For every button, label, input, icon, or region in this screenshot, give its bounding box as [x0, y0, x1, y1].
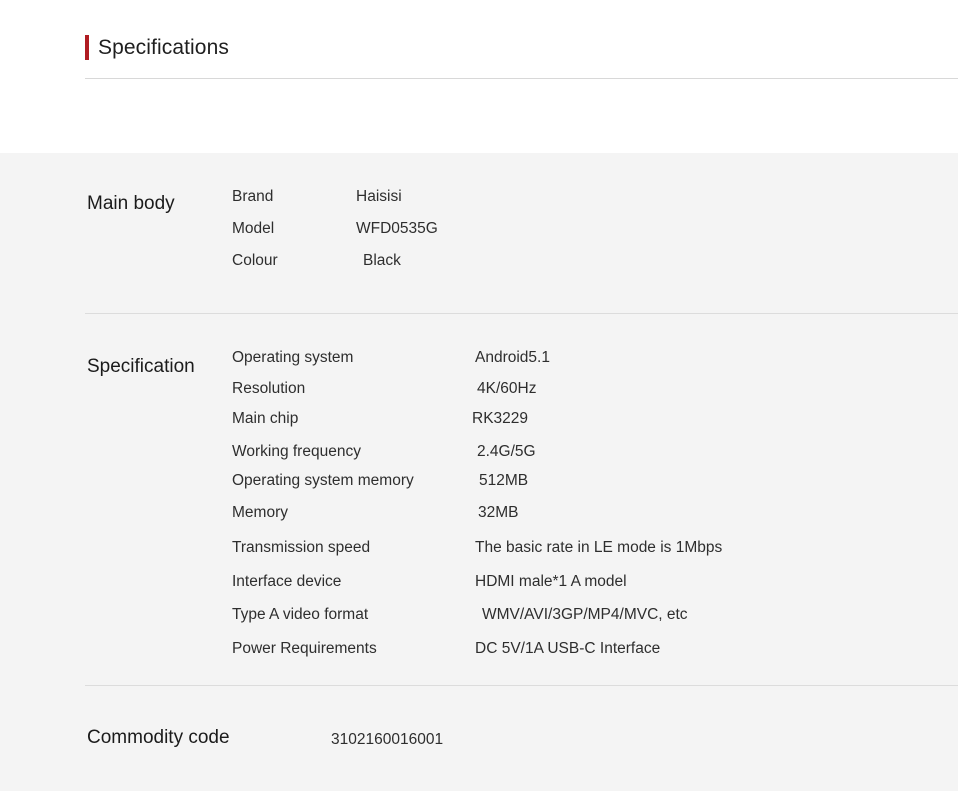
table-row: Operating system Android5.1 — [232, 347, 932, 369]
page-header: Specifications — [0, 0, 958, 153]
row-label: Power Requirements — [232, 640, 377, 657]
table-row: Power Requirements DC 5V/1A USB-C Interf… — [232, 638, 932, 660]
row-label: Operating system memory — [232, 472, 414, 489]
row-label: Brand — [232, 188, 274, 205]
row-value: RK3229 — [472, 410, 529, 427]
row-value: DC 5V/1A USB-C Interface — [475, 640, 661, 657]
row-value: WFD0535G — [356, 220, 438, 237]
section-label-commodity-code: Commodity code — [87, 727, 230, 748]
row-label: Resolution — [232, 380, 306, 397]
page-title: Specifications — [98, 36, 229, 59]
row-label: Type A video format — [232, 606, 369, 623]
row-label: Model — [232, 220, 275, 237]
specifications-panel: Main body Brand Haisisi Model WFD0535G C… — [0, 153, 958, 791]
row-label: Main chip — [232, 410, 299, 427]
table-row: Main chip RK3229 — [232, 408, 932, 430]
row-label: Operating system — [232, 349, 354, 366]
page-title-row: Specifications — [85, 35, 229, 60]
row-label: Colour — [232, 252, 278, 269]
row-value: HDMI male*1 A model — [475, 573, 627, 590]
row-value: Android5.1 — [475, 349, 550, 366]
table-row: Memory 32MB — [232, 502, 932, 524]
table-row: Operating system memory 512MB — [232, 470, 932, 492]
row-value: 4K/60Hz — [477, 380, 537, 397]
table-row: Resolution 4K/60Hz — [232, 378, 932, 400]
table-row: Model WFD0535G — [232, 218, 932, 240]
section-divider — [85, 685, 958, 686]
row-value: Black — [363, 252, 401, 269]
row-value: 2.4G/5G — [477, 443, 536, 460]
section-label-main-body: Main body — [87, 193, 175, 214]
table-row: Interface device HDMI male*1 A model — [232, 571, 932, 593]
table-row: Type A video format WMV/AVI/3GP/MP4/MVC,… — [232, 604, 932, 626]
row-label: Working frequency — [232, 443, 361, 460]
header-divider — [85, 78, 958, 79]
table-row: Transmission speed The basic rate in LE … — [232, 537, 932, 559]
row-value: The basic rate in LE mode is 1Mbps — [475, 539, 723, 556]
row-label: Memory — [232, 504, 288, 521]
table-row: Brand Haisisi — [232, 186, 932, 208]
table-row: Colour Black — [232, 250, 932, 272]
row-value: WMV/AVI/3GP/MP4/MVC, etc — [482, 606, 688, 623]
section-label-specification: Specification — [87, 356, 195, 377]
commodity-code-value: 3102160016001 — [331, 731, 444, 748]
row-value: Haisisi — [356, 188, 402, 205]
table-row: Working frequency 2.4G/5G — [232, 441, 932, 463]
row-value: 512MB — [479, 472, 529, 489]
row-label: Transmission speed — [232, 539, 371, 556]
row-label: Interface device — [232, 573, 342, 590]
row-value: 32MB — [478, 504, 519, 521]
accent-bar-icon — [85, 35, 89, 60]
section-divider — [85, 313, 958, 314]
